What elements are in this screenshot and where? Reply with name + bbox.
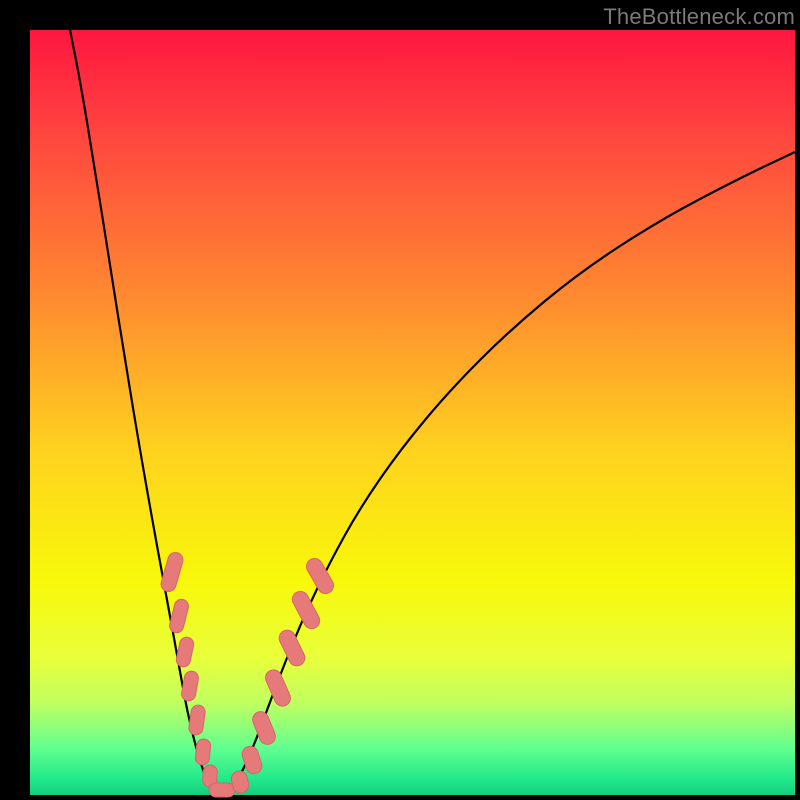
- data-marker: [159, 551, 184, 594]
- bottleneck-curve: [70, 30, 795, 793]
- data-marker: [175, 636, 195, 668]
- data-marker: [209, 783, 235, 797]
- data-marker: [168, 598, 190, 634]
- data-marker: [240, 744, 264, 776]
- data-marker: [188, 704, 206, 736]
- data-marker: [181, 670, 200, 702]
- data-marker: [263, 667, 293, 708]
- curve-layer: [0, 0, 800, 800]
- data-marker: [290, 589, 323, 632]
- marker-group: [159, 551, 336, 797]
- chart-frame: TheBottleneck.com: [0, 0, 800, 800]
- data-marker: [195, 738, 212, 765]
- data-marker: [276, 627, 307, 668]
